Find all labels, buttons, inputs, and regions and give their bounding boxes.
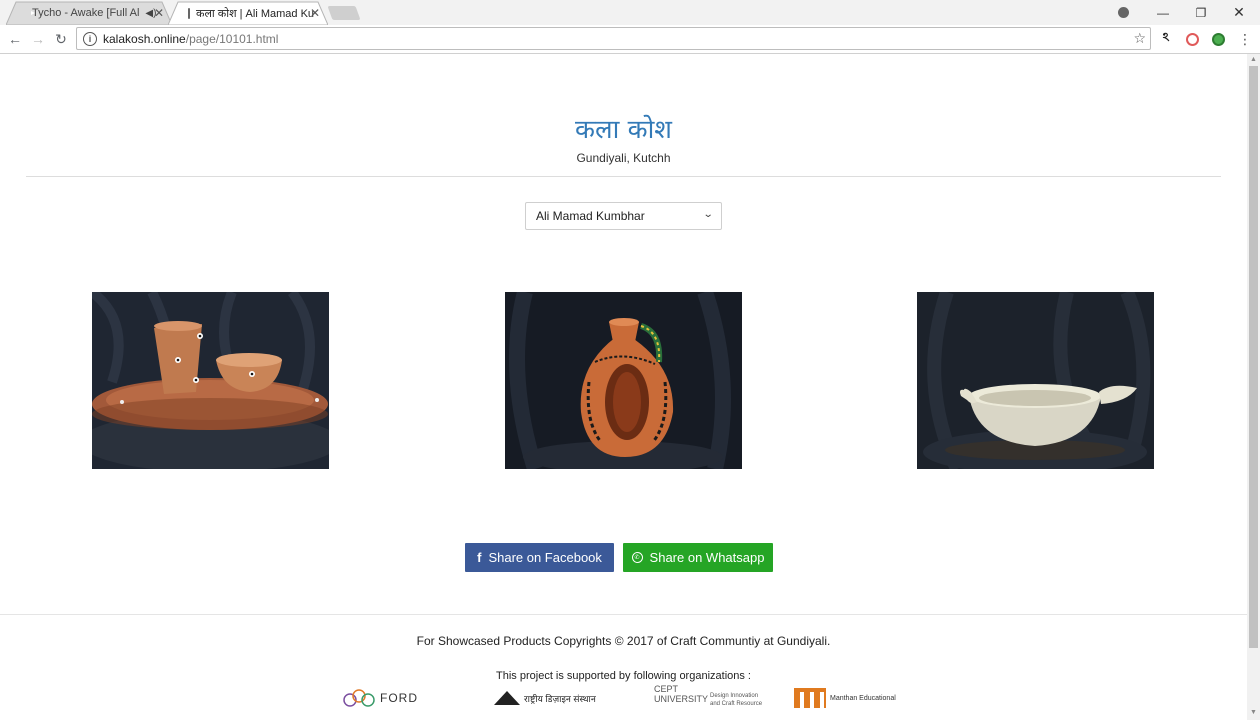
extension-icon-1[interactable]: ঽ: [1158, 30, 1174, 47]
artisan-select[interactable]: Ali Mamad Kumbhar ⌄: [525, 202, 722, 230]
copyright-text: For Showcased Products Copyrights © 2017…: [416, 634, 831, 648]
chevron-down-icon: ⌄: [702, 209, 714, 220]
page-icon: [188, 7, 190, 19]
restore-button[interactable]: ❐: [1182, 0, 1220, 25]
share-facebook-button[interactable]: f Share on Facebook: [465, 543, 614, 572]
ford-logo-mark: [343, 689, 375, 707]
close-tab-icon[interactable]: ✕: [154, 6, 164, 20]
browser-tabstrip: Tycho - Awake [Full Al ◀) ✕ कला कोश | Al…: [0, 0, 1260, 25]
new-tab-button[interactable]: [327, 6, 361, 20]
share-facebook-label: Share on Facebook: [488, 550, 602, 565]
manthan-logo[interactable]: Manthan Educational: [794, 686, 896, 710]
close-tab-icon[interactable]: ✕: [310, 6, 320, 20]
scroll-down-icon[interactable]: ▼: [1250, 709, 1257, 716]
manthan-logo-mark: [794, 688, 826, 708]
header-divider: [26, 176, 1221, 177]
cept-logo-text: CEPT UNIVERSITY: [654, 684, 709, 704]
ford-logo-text: FORD: [380, 691, 418, 705]
tab-kalakosh[interactable]: कला कोश | Ali Mamad Ku ✕: [168, 1, 328, 25]
back-arrow-icon[interactable]: ←: [4, 29, 26, 49]
reload-icon[interactable]: ↻: [50, 29, 72, 49]
cept-logo-sub: Design Innovation and Craft Resource: [710, 693, 763, 707]
nid-logo-mark: [494, 691, 520, 705]
profile-icon[interactable]: [1104, 0, 1142, 25]
extension-icon-3[interactable]: [1210, 31, 1226, 47]
scroll-up-icon[interactable]: ▲: [1250, 56, 1257, 63]
nid-logo-text: राष्ट्रीय डिज़ाइन संस्थान: [524, 693, 596, 704]
footer-divider: [0, 614, 1247, 615]
browser-toolbar: ← → ↻ i kalakosh.online/page/10101.html …: [0, 25, 1260, 54]
extension-icon-2[interactable]: [1184, 31, 1200, 47]
address-bar[interactable]: i kalakosh.online/page/10101.html ☆: [76, 27, 1151, 50]
share-whatsapp-button[interactable]: ✆ Share on Whatsapp: [623, 543, 773, 572]
artisan-select-value: Ali Mamad Kumbhar: [536, 209, 645, 223]
whatsapp-icon: ✆: [631, 552, 643, 563]
bookmark-star-icon[interactable]: ☆: [1133, 30, 1146, 47]
url-path: /page/10101.html: [185, 31, 279, 46]
tab-title: Tycho - Awake [Full Al: [32, 7, 140, 19]
minimize-button[interactable]: —: [1144, 0, 1182, 25]
site-title[interactable]: कला कोश: [0, 110, 1247, 146]
ford-foundation-logo[interactable]: FORD: [342, 686, 418, 710]
facebook-icon: f: [477, 550, 482, 565]
menu-kebab-icon[interactable]: ⋮: [1237, 31, 1253, 47]
close-window-button[interactable]: ✕: [1220, 0, 1258, 25]
url-host: kalakosh.online: [103, 31, 186, 46]
product-image-1[interactable]: [92, 292, 329, 469]
tab-youtube[interactable]: Tycho - Awake [Full Al ◀) ✕: [6, 1, 172, 25]
scrollbar-thumb[interactable]: [1249, 66, 1258, 648]
manthan-logo-text: Manthan Educational: [830, 694, 896, 702]
nid-logo[interactable]: राष्ट्रीय डिज़ाइन संस्थान: [494, 686, 596, 710]
product-image-3[interactable]: [917, 292, 1154, 469]
info-icon[interactable]: i: [83, 31, 97, 46]
cept-logo[interactable]: CEPT UNIVERSITY Design Innovation and Cr…: [654, 684, 766, 708]
site-subtitle: Gundiyali, Kutchh: [576, 151, 671, 165]
forward-arrow-icon[interactable]: →: [27, 29, 49, 49]
page-viewport: कला कोश Gundiyali, Kutchh Ali Mamad Kumb…: [0, 54, 1247, 720]
product-image-2[interactable]: [505, 292, 742, 469]
tab-title: कला कोश | Ali Mamad Ku: [196, 7, 315, 20]
share-whatsapp-label: Share on Whatsapp: [649, 550, 765, 565]
support-text: This project is supported by following o…: [496, 670, 751, 682]
page-scrollbar[interactable]: ▲ ▼: [1247, 54, 1260, 720]
